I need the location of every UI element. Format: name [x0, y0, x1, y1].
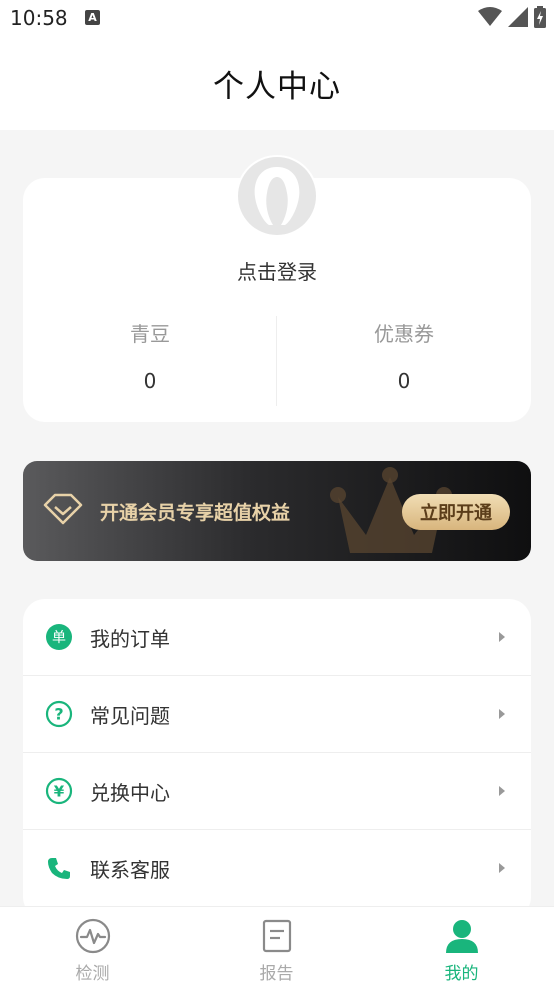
header: 个人中心	[0, 36, 554, 130]
tab-bar: 检测 报告 我的	[0, 906, 554, 984]
pulse-icon	[75, 918, 111, 954]
status-bar: 10:58 A	[0, 0, 554, 36]
tab-mine-label: 我的	[444, 964, 479, 984]
avatar-placeholder	[238, 157, 316, 235]
tab-detect[interactable]: 检测	[0, 907, 185, 984]
page-title: 个人中心	[213, 68, 341, 105]
stat-coupons-label: 优惠券	[374, 322, 434, 346]
login-link[interactable]: 点击登录	[23, 256, 531, 285]
menu-item-support-label: 联系客服	[90, 857, 170, 882]
vip-banner[interactable]: 开通会员专享超值权益 立即开通	[23, 461, 531, 561]
order-icon-text: 单	[52, 630, 66, 646]
yen-icon: ¥	[45, 777, 73, 805]
signal-icon	[508, 7, 528, 27]
battery-icon	[534, 6, 546, 28]
diamond-icon	[43, 493, 83, 525]
status-icons	[478, 6, 546, 28]
stat-coupons-value: 0	[397, 369, 411, 393]
chevron-right-icon	[499, 709, 505, 719]
menu-item-redeem-label: 兑换中心	[90, 780, 170, 805]
chevron-right-icon	[499, 786, 505, 796]
menu-item-support[interactable]: 联系客服	[23, 830, 531, 907]
stat-beans-value: 0	[143, 369, 157, 393]
menu-item-orders-label: 我的订单	[90, 626, 170, 651]
tab-detect-label: 检测	[75, 964, 110, 984]
document-icon	[262, 919, 292, 953]
tab-report[interactable]: 报告	[184, 907, 369, 984]
chevron-right-icon	[499, 863, 505, 873]
notification-icon: A	[85, 10, 100, 25]
vip-activate-button[interactable]: 立即开通	[402, 494, 510, 530]
menu-item-orders[interactable]: 单 我的订单	[23, 599, 531, 676]
user-icon	[446, 920, 478, 953]
tab-mine[interactable]: 我的	[369, 907, 554, 984]
question-icon: ?	[45, 700, 73, 728]
stat-beans[interactable]: 青豆 0	[23, 318, 277, 393]
menu-item-faq[interactable]: ? 常见问题	[23, 676, 531, 753]
wifi-icon	[478, 7, 502, 26]
menu-item-faq-label: 常见问题	[90, 703, 170, 728]
yen-icon-text: ¥	[54, 783, 65, 801]
menu-card: 单 我的订单 ? 常见问题 ¥ 兑换中心 联系客服	[23, 599, 531, 919]
avatar[interactable]	[236, 155, 318, 237]
stat-coupons[interactable]: 优惠券 0	[277, 318, 531, 393]
vip-text: 开通会员专享超值权益	[100, 502, 291, 524]
order-icon: 单	[45, 623, 73, 651]
stat-beans-label: 青豆	[130, 322, 170, 346]
avatar-silhouette-icon	[254, 167, 300, 225]
status-time: 10:58	[10, 6, 68, 30]
menu-item-redeem[interactable]: ¥ 兑换中心	[23, 753, 531, 830]
question-icon-text: ?	[54, 705, 63, 724]
chevron-right-icon	[499, 632, 505, 642]
tab-report-label: 报告	[259, 964, 294, 984]
phone-icon	[45, 854, 73, 882]
